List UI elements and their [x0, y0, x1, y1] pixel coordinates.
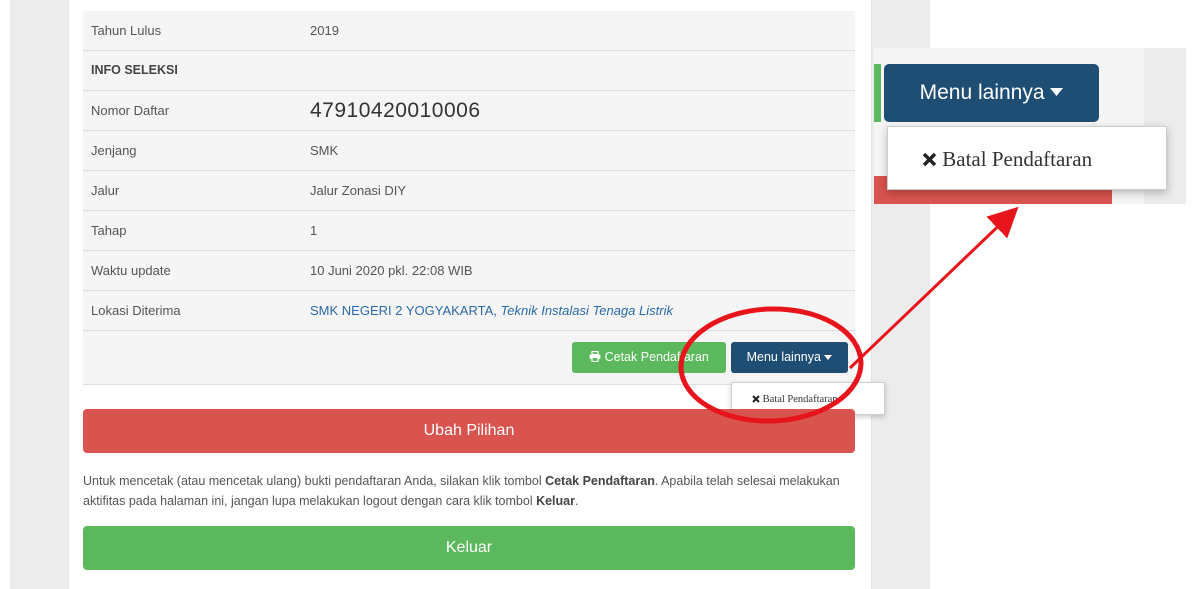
- highlight-circle: [678, 306, 864, 424]
- annotation-arrow: [848, 206, 1019, 370]
- annotation-overlay: [678, 206, 1019, 424]
